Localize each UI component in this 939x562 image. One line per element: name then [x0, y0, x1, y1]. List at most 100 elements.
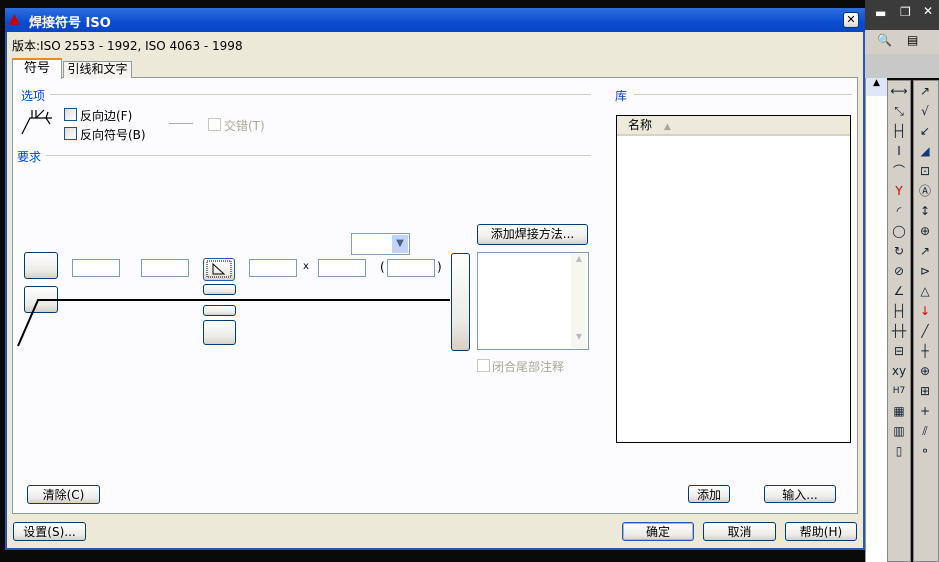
paren-close: ) — [437, 260, 442, 274]
contour-bottom-button[interactable] — [203, 305, 236, 316]
requirements-legend: 要求 — [17, 150, 42, 164]
space-icon[interactable]: ⊟ — [888, 341, 910, 361]
weld-type-button[interactable] — [203, 258, 235, 281]
times-label: x — [303, 261, 309, 272]
feature-control-icon[interactable]: ⊡ — [914, 161, 936, 181]
scroll-up-icon[interactable]: ▲ — [866, 78, 887, 96]
arc-length-icon[interactable]: ⌒ — [888, 161, 910, 181]
tab-symbol[interactable]: 符号 — [12, 58, 62, 79]
close-app-icon[interactable]: ✕ — [923, 4, 933, 18]
mechanical-toolbar: ↗ √ ↙ ◢ ⊡ Ⓐ ↕ ⊕ ↗ ⊳ △ ↓ ╱ ┼ ⊕ ⊞ + ⫽ ⚬ — [913, 80, 939, 562]
name-column-label: 名称 — [628, 118, 653, 132]
help-button[interactable]: 帮助(H) — [785, 522, 857, 541]
close-tail-checkbox[interactable] — [477, 359, 490, 372]
size-input[interactable] — [141, 259, 189, 277]
fillet-weld-icon — [206, 260, 232, 278]
sort-ascending-icon: ▲ — [663, 122, 671, 132]
arrow-icon[interactable]: ↓ — [914, 301, 936, 321]
close-button[interactable]: ✕ — [843, 12, 859, 28]
settings-button[interactable]: 设置(S)... — [13, 522, 86, 541]
surface-texture-icon[interactable]: √ — [914, 101, 936, 121]
pitch-input[interactable] — [387, 259, 435, 277]
radius-icon[interactable]: ◜ — [888, 201, 910, 221]
symmetric-icon[interactable]: ⚬ — [914, 441, 936, 461]
dialog-title: 焊接符号 ISO — [29, 16, 111, 31]
weld-icon[interactable]: ↙ — [914, 121, 936, 141]
diameter-icon[interactable]: ◯ — [888, 221, 910, 241]
detail-icon[interactable]: ⊕ — [914, 221, 936, 241]
length-input[interactable] — [249, 259, 297, 277]
app-scrollbar[interactable]: ▲ — [865, 78, 887, 562]
restore-icon[interactable]: ❐ — [900, 5, 911, 19]
jogged-icon[interactable]: ↻ — [888, 241, 910, 261]
library-legend: 库 — [615, 89, 628, 103]
grid-icon[interactable]: ⊞ — [914, 381, 936, 401]
triangle-icon[interactable]: △ — [914, 281, 936, 301]
finish-dropdown[interactable]: ▼ — [351, 233, 410, 255]
xy-icon[interactable]: xy — [888, 361, 910, 381]
edge-icon[interactable]: ◢ — [914, 141, 936, 161]
paren-open: ( — [380, 260, 385, 274]
vertical-dim-icon[interactable]: I — [888, 141, 910, 161]
name-column-header[interactable]: 名称 ▲ — [617, 116, 850, 136]
datum-icon[interactable]: Ⓐ — [914, 181, 936, 201]
diameter2-icon[interactable]: ⊘ — [888, 261, 910, 281]
library-list[interactable]: 名称 ▲ — [616, 115, 851, 443]
count-input[interactable] — [318, 259, 366, 277]
datum-target-icon[interactable]: ↕ — [914, 201, 936, 221]
properties-icon[interactable]: ▤ — [907, 33, 918, 47]
reverse-side-label: 反向边(F) — [80, 109, 133, 123]
quick-dim-icon[interactable]: ⟷ — [888, 81, 910, 101]
stagger-label: 交错(T) — [224, 119, 265, 133]
line-icon[interactable]: ╱ — [914, 321, 936, 341]
tail-button[interactable] — [451, 253, 470, 351]
scroll-up-icon[interactable]: ▲ — [571, 254, 587, 270]
reverse-side-checkbox[interactable] — [64, 108, 77, 121]
ok-button[interactable]: 确定 — [622, 522, 694, 541]
flag-button[interactable] — [24, 252, 58, 279]
scrollbar[interactable]: ▲ ▼ — [571, 254, 587, 348]
weld-preview-icon — [21, 109, 52, 135]
centerline-icon[interactable]: ┼ — [914, 341, 936, 361]
app-band — [865, 54, 939, 78]
angular-icon[interactable]: ∠ — [888, 281, 910, 301]
stagger-checkbox[interactable] — [208, 118, 221, 131]
other-side-weld-button[interactable] — [203, 320, 236, 345]
minimize-icon[interactable]: ▬ — [875, 6, 886, 20]
scroll-down-icon[interactable]: ▼ — [571, 332, 587, 348]
tolerance-icon[interactable]: H7 — [888, 381, 910, 401]
autocad-logo-icon: ▲ — [9, 11, 20, 27]
leader-icon[interactable]: ↗ — [914, 81, 936, 101]
baseline-icon[interactable]: ├┤ — [888, 301, 910, 321]
cancel-button[interactable]: 取消 — [703, 522, 776, 541]
reverse-symbol-label: 反向符号(B) — [80, 128, 146, 142]
clear-button[interactable]: 清除(C) — [27, 485, 100, 504]
break-icon[interactable]: ▥ — [888, 421, 910, 441]
block-icon[interactable]: ▦ — [888, 401, 910, 421]
add-weld-method-button[interactable]: 添加焊接方法... — [477, 224, 588, 245]
library-import-button[interactable]: 输入... — [764, 485, 836, 503]
taper-icon[interactable]: ⊳ — [914, 261, 936, 281]
chevron-down-icon[interactable]: ▼ — [392, 235, 408, 253]
reverse-symbol-checkbox[interactable] — [64, 127, 77, 140]
balloon-icon[interactable]: ↗ — [914, 241, 936, 261]
hatch-icon[interactable]: ⫽ — [914, 421, 936, 441]
tab-leader-text[interactable]: 引线和文字 — [63, 61, 132, 78]
contour-top-button[interactable] — [203, 284, 236, 295]
center-icon[interactable]: ⊕ — [914, 361, 936, 381]
table-icon[interactable]: ▯ — [888, 441, 910, 461]
options-legend: 选项 — [21, 89, 46, 103]
title-bar: ▲ 焊接符号 ISO ✕ — [5, 8, 865, 32]
zoom-previous-icon[interactable]: 🔍 — [877, 33, 892, 47]
version-label: 版本:ISO 2553 - 1992, ISO 4063 - 1998 — [12, 39, 243, 53]
aligned-dim-icon[interactable]: ⤡ — [888, 101, 910, 121]
stagger-line — [169, 123, 193, 124]
ordinate-icon[interactable]: Y — [888, 181, 910, 201]
linear-dim-icon[interactable]: ├┤ — [888, 121, 910, 141]
cross-icon[interactable]: + — [914, 401, 936, 421]
continue-icon[interactable]: ┼┼ — [888, 321, 910, 341]
prefix-input[interactable] — [72, 259, 120, 277]
app-toolbar-top: 🔍 ▤ — [865, 30, 939, 54]
tail-notes-textarea[interactable]: ▲ ▼ — [477, 252, 589, 350]
library-add-button[interactable]: 添加 — [688, 485, 730, 503]
